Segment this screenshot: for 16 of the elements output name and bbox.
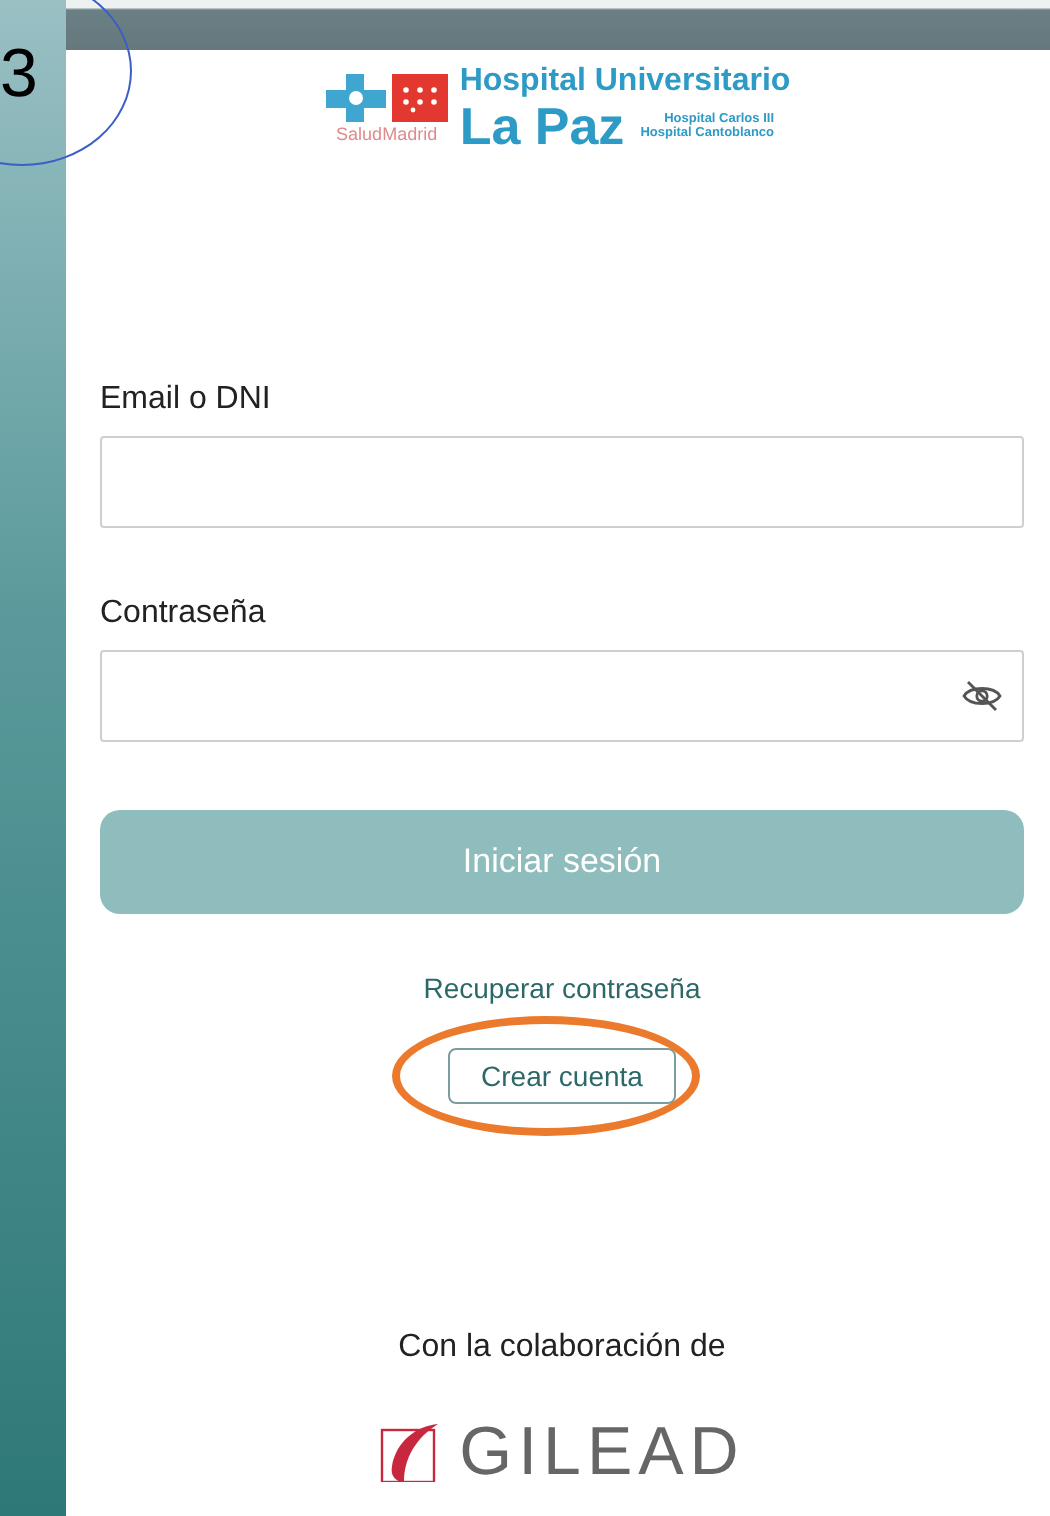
slide-number: 3 [0, 40, 38, 108]
flag-stars-icon [391, 73, 448, 121]
cross-figure-icon [325, 73, 386, 121]
sponsor-logo-icon [379, 1422, 440, 1482]
password-field[interactable] [100, 650, 1024, 742]
field-label: Email o DNI [100, 382, 273, 418]
recover-password-link[interactable]: Recuperar contraseña [423, 972, 701, 1004]
brand-text: SaludMadrid [336, 123, 438, 143]
collaboration-caption: Con la colaboración de [398, 1330, 726, 1366]
field-label: Contraseña [100, 596, 268, 632]
create-account-button[interactable]: Crear cuenta [447, 1048, 677, 1104]
hospital-title: Hospital Universitario [459, 64, 791, 100]
eye-slash-icon[interactable] [962, 680, 1002, 712]
hospital-name: La Paz [459, 100, 625, 152]
input-field[interactable] [100, 436, 1024, 528]
sponsor-name: GILEAD [459, 1422, 745, 1482]
